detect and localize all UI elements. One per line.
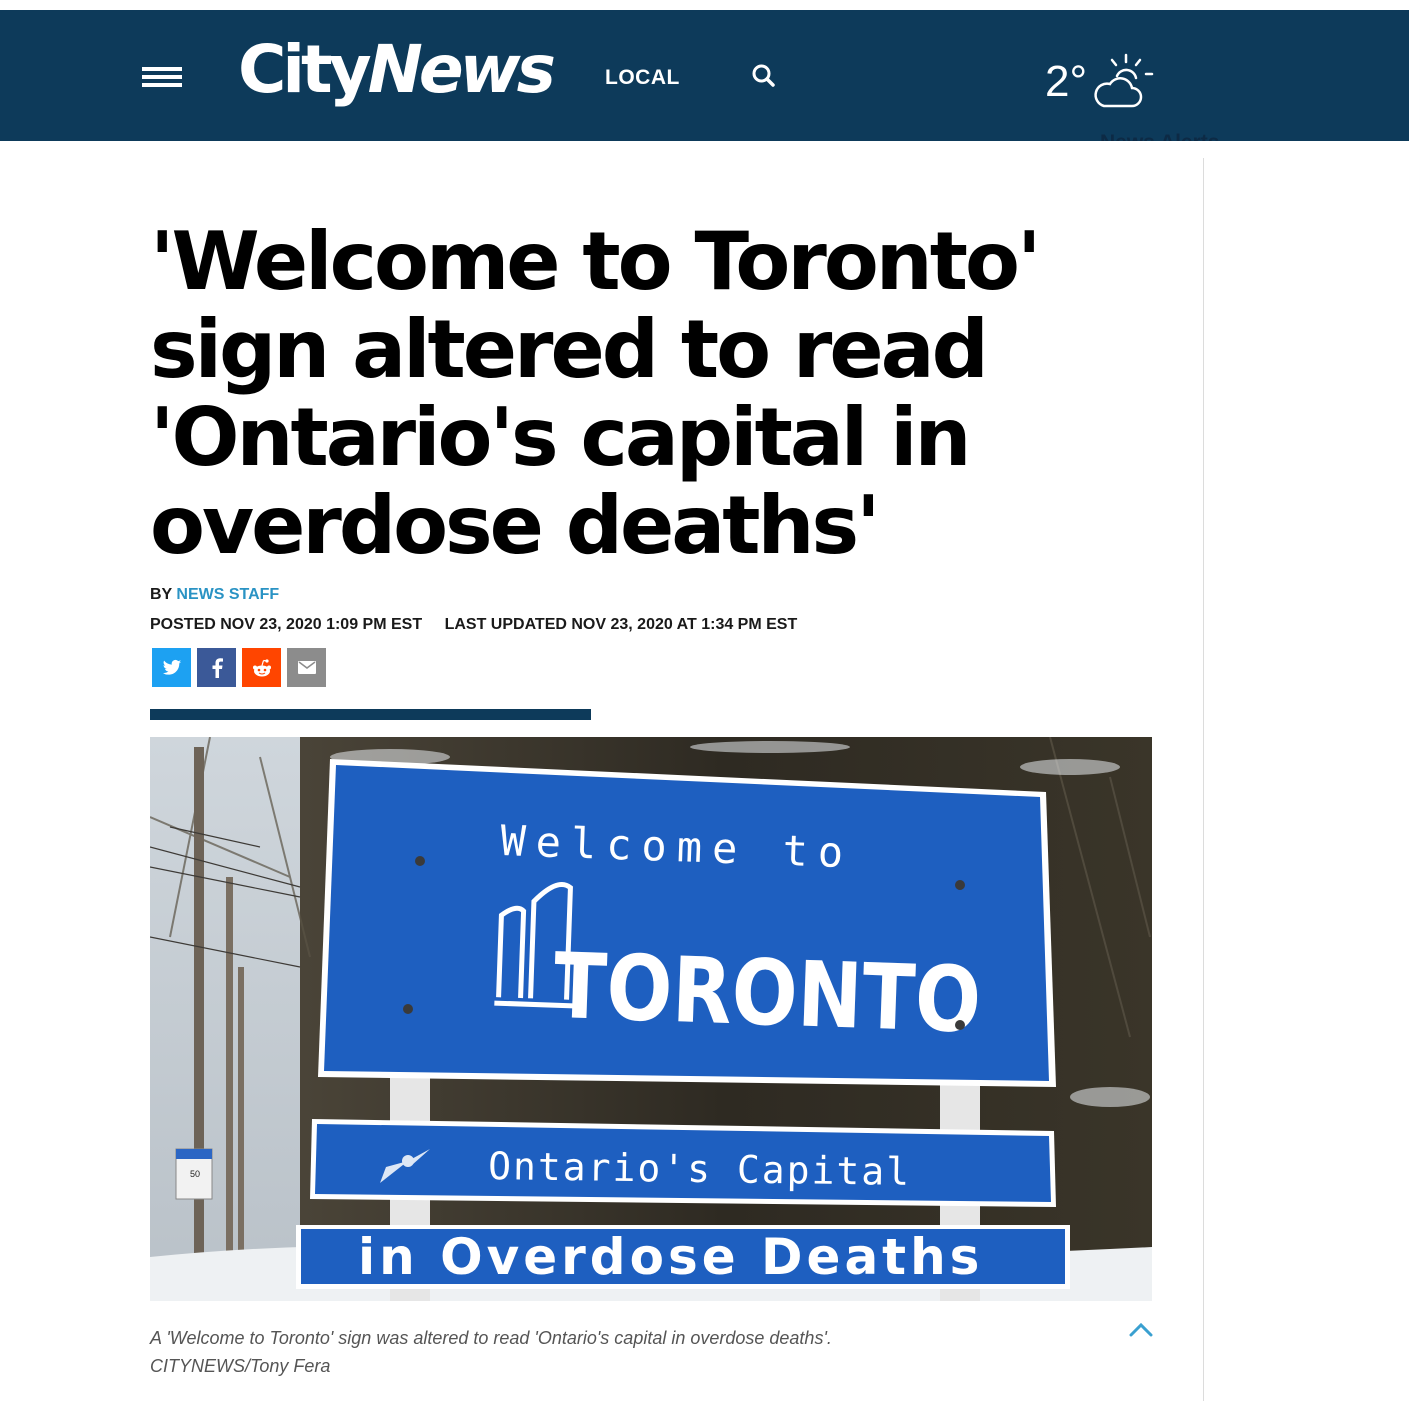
photo-credit: CITYNEWS/Tony Fera xyxy=(150,1356,331,1376)
nav-local-link[interactable]: LOCAL xyxy=(605,66,680,90)
accent-bar xyxy=(150,709,591,720)
email-icon xyxy=(297,661,316,674)
menu-icon[interactable] xyxy=(142,67,182,87)
svg-text:Ontario's Capital: Ontario's Capital xyxy=(488,1144,912,1194)
svg-text:50: 50 xyxy=(190,1169,200,1179)
svg-text:in Overdose Deaths: in Overdose Deaths xyxy=(358,1228,983,1286)
sidebar-divider xyxy=(1203,158,1204,1401)
facebook-share-button[interactable] xyxy=(197,648,236,687)
search-icon[interactable] xyxy=(750,62,778,90)
chevron-up-icon[interactable] xyxy=(1126,1318,1156,1340)
site-header: CityNews LOCAL 2° xyxy=(0,10,1409,141)
caption-text: A 'Welcome to Toronto' sign was altered … xyxy=(150,1328,832,1348)
share-bar xyxy=(152,648,326,687)
reddit-icon xyxy=(252,658,271,676)
reddit-share-button[interactable] xyxy=(242,648,281,687)
news-alerts-link[interactable]: News Alerts xyxy=(1100,125,1219,141)
article-photo[interactable]: 50 Welcome to TORONTO Ontario's Capital xyxy=(150,737,1152,1301)
author-link[interactable]: NEWS STAFF xyxy=(176,586,279,603)
facebook-icon xyxy=(212,657,223,678)
partly-cloudy-icon[interactable] xyxy=(1088,50,1160,114)
byline-prefix: BY xyxy=(150,586,172,603)
twitter-share-button[interactable] xyxy=(152,648,191,687)
posted-date: POSTED NOV 23, 2020 1:09 PM EST xyxy=(150,616,423,633)
article-headline: 'Welcome to Toronto' sign altered to rea… xyxy=(150,215,1041,572)
weather-temperature[interactable]: 2° xyxy=(1045,54,1087,110)
updated-date: LAST UPDATED NOV 23, 2020 AT 1:34 PM EST xyxy=(444,616,798,633)
byline: BY NEWS STAFF xyxy=(150,586,279,604)
twitter-icon xyxy=(162,659,181,675)
photo-caption: A 'Welcome to Toronto' sign was altered … xyxy=(150,1324,1050,1380)
citynews-logo[interactable]: CityNews xyxy=(238,30,556,110)
svg-text:TORONTO: TORONTO xyxy=(552,933,983,1053)
article-dates: POSTED NOV 23, 2020 1:09 PM EST LAST UPD… xyxy=(150,616,797,634)
email-share-button[interactable] xyxy=(287,648,326,687)
